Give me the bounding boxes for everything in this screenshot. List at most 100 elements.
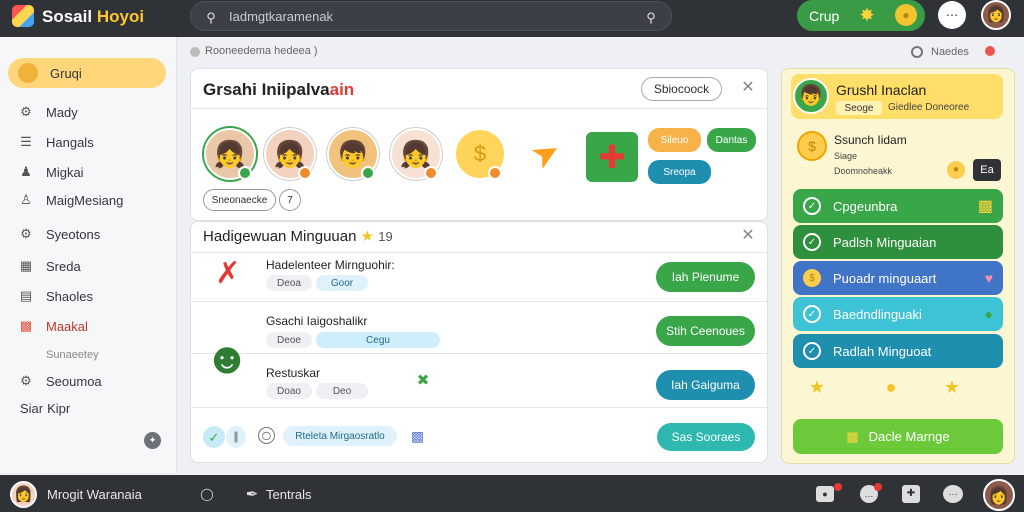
tag-orange[interactable]: Sileuo (648, 128, 701, 152)
group-icon (18, 63, 38, 83)
sidebar-item-sreda[interactable]: ▦ Sreda (8, 252, 166, 280)
status-badge (238, 166, 252, 180)
challenge-tag: Goor (316, 275, 368, 291)
sidebar-item-syeotons[interactable]: ⚙ Syeotons (8, 220, 166, 248)
coin-icon: $ (803, 269, 821, 287)
cta-label: Dacle Marnge (868, 429, 950, 444)
star-icon[interactable]: ★ (941, 376, 963, 398)
search-submit-icon[interactable]: ⚲ (643, 9, 659, 25)
status-badge (488, 166, 502, 180)
share-icon[interactable]: ◯ (258, 427, 275, 444)
sidebar-item-label: Shaoles (46, 288, 93, 304)
people-icon: ♟ (20, 164, 32, 179)
close-icon[interactable]: ✕ (740, 228, 756, 244)
footer-chip[interactable]: Rteleta Mirgaosratlo (283, 426, 397, 446)
member-avatar[interactable]: 👧 (390, 128, 442, 180)
challenge-action-button[interactable]: Iah Gaiguma (656, 370, 755, 400)
user-name[interactable]: Mrogit Waranaia (47, 487, 142, 502)
profile-avatar[interactable]: 👩 (981, 0, 1011, 30)
member-avatar[interactable]: 👧 (264, 128, 316, 180)
members-search-button[interactable]: Sbiocoock (641, 77, 722, 101)
coin-icon: $ (797, 131, 827, 161)
status-badge (424, 166, 438, 180)
challenge-action-button[interactable]: Iah Pienume (656, 262, 755, 292)
camera-icon[interactable]: ● (816, 486, 834, 502)
group-card-title: Grushl Inaclan (836, 82, 927, 98)
challenges-title: Hadigewuan Minguuan ★ 19 (203, 228, 393, 245)
sidebar-item-migkai[interactable]: ♟ Migkai (8, 158, 166, 186)
settings-icon: ⚙ (20, 104, 32, 119)
challenge-tag: Deo (316, 383, 368, 399)
compose-label[interactable]: Tentrals (266, 487, 312, 502)
app-brand: Sosail Hoyoi (42, 7, 145, 26)
coin-icon: ● (947, 161, 965, 179)
collapse-icon[interactable]: ✦ (144, 432, 161, 449)
app-logo[interactable] (12, 5, 34, 27)
sidebar-item-maakal[interactable]: ▩ Maakal (8, 312, 166, 340)
task-label: Baedndlinguaki (833, 306, 922, 322)
user-avatar[interactable]: 👩 (10, 481, 37, 508)
sidebar-item-gruqi[interactable]: Gruqi (8, 58, 166, 88)
comments-icon[interactable]: ⋯ (943, 485, 963, 503)
check-circle-icon: ✓ (803, 305, 821, 323)
cta-button[interactable]: ▩ Dacle Marnge (793, 419, 1003, 454)
sidebar-item-shaoles[interactable]: ▤ Shaoles (8, 282, 166, 310)
tag-green[interactable]: Dantas (707, 128, 756, 152)
members-count-chip[interactable]: 7 (279, 189, 301, 211)
sidebar-item-label: Mady (46, 104, 78, 120)
sidebar-item-kipr[interactable]: Siar Kipr (8, 394, 166, 422)
apps-menu-icon[interactable]: ⋯ (938, 1, 966, 29)
task-item[interactable]: ✓ Baedndlinguaki ● (793, 297, 1003, 331)
task-label: Padlsh Minguaian (833, 234, 937, 250)
star-burst-icon: ✸ (859, 5, 875, 25)
check-icon[interactable]: ✓ (203, 426, 225, 448)
heart-icon: ♥ (984, 270, 993, 286)
challenge-tag: Deoa (266, 275, 312, 291)
gift-icon[interactable]: ✚ (586, 132, 638, 182)
challenge-tag: Cegu (316, 332, 440, 348)
status-badge (361, 166, 375, 180)
search-icon: ⚲ (206, 9, 216, 25)
sidebar-item-seoumoa[interactable]: ⚙ Seoumoa (8, 367, 166, 395)
sidebar-item-maigmesiang[interactable]: ♙ MaigMesiang (8, 186, 166, 214)
task-item[interactable]: ✓ Radlah Minguoat (793, 334, 1003, 368)
sidebar-item-label: Syeotons (46, 226, 101, 242)
task-item[interactable]: ✓ Cpgeunbra ▩ (793, 189, 1003, 223)
coin-reward-icon[interactable]: $ (454, 128, 506, 180)
task-item[interactable]: $ Puoadr minguaart ♥ (793, 261, 1003, 295)
sidebar-item-label: Sreda (46, 258, 81, 274)
search-card-badge[interactable]: Ea (973, 159, 1001, 181)
sidebar-item-hangals[interactable]: ☰ Hangals (8, 128, 166, 156)
settings-icon: ⚙ (20, 373, 32, 388)
sidebar-section-label: Sunaeetey (8, 341, 166, 369)
group-switch[interactable]: Crup ✸ ● (797, 0, 925, 31)
member-avatar[interactable]: 👦 (327, 128, 379, 180)
members-more-chip[interactable]: Sneonaecke (203, 189, 276, 211)
sidebar-item-label: Migkai (46, 164, 84, 180)
document-icon: ▤ (19, 288, 33, 303)
sidebar-item-mady[interactable]: ⚙ Mady (8, 98, 166, 126)
medal-icon[interactable]: ● (880, 376, 902, 398)
sidebar-item-label: Maakal (46, 318, 88, 334)
chat-icon[interactable]: ◯ (200, 487, 214, 501)
sidebar-item-prefix: Siar (20, 400, 44, 416)
challenge-action-button[interactable]: Stih Ceenoues (656, 316, 755, 346)
task-item[interactable]: ✓ Padlsh Minguaian (793, 225, 1003, 259)
search-card-sub: Siage (834, 151, 858, 161)
gear-icon: ⚙ (20, 226, 32, 241)
check-circle-icon: ✓ (803, 197, 821, 215)
pencil-icon[interactable]: ✒ (243, 485, 261, 503)
breadcrumb[interactable]: Rooneedema hedeea ) (205, 45, 318, 57)
search-input[interactable]: Iadmgtkaramenak (229, 9, 333, 24)
profile-avatar[interactable]: 👩 (983, 479, 1015, 511)
tag-teal[interactable]: Sreopa (648, 160, 711, 184)
member-avatar[interactable]: 👧 (204, 128, 256, 180)
close-icon[interactable]: ✕ (740, 80, 756, 96)
star-icon[interactable]: ★ (806, 376, 828, 398)
search-bar[interactable]: ⚲ Iadmgtkaramenak ⚲ (190, 1, 672, 31)
gift-box-icon[interactable]: ✚ (902, 485, 920, 503)
sparkle-icon: ✖ (416, 371, 430, 389)
party-horn-icon: ✗ (215, 257, 241, 290)
footer-action-button[interactable]: Sas Sooraes (657, 423, 755, 451)
settings-icon[interactable] (911, 46, 923, 58)
